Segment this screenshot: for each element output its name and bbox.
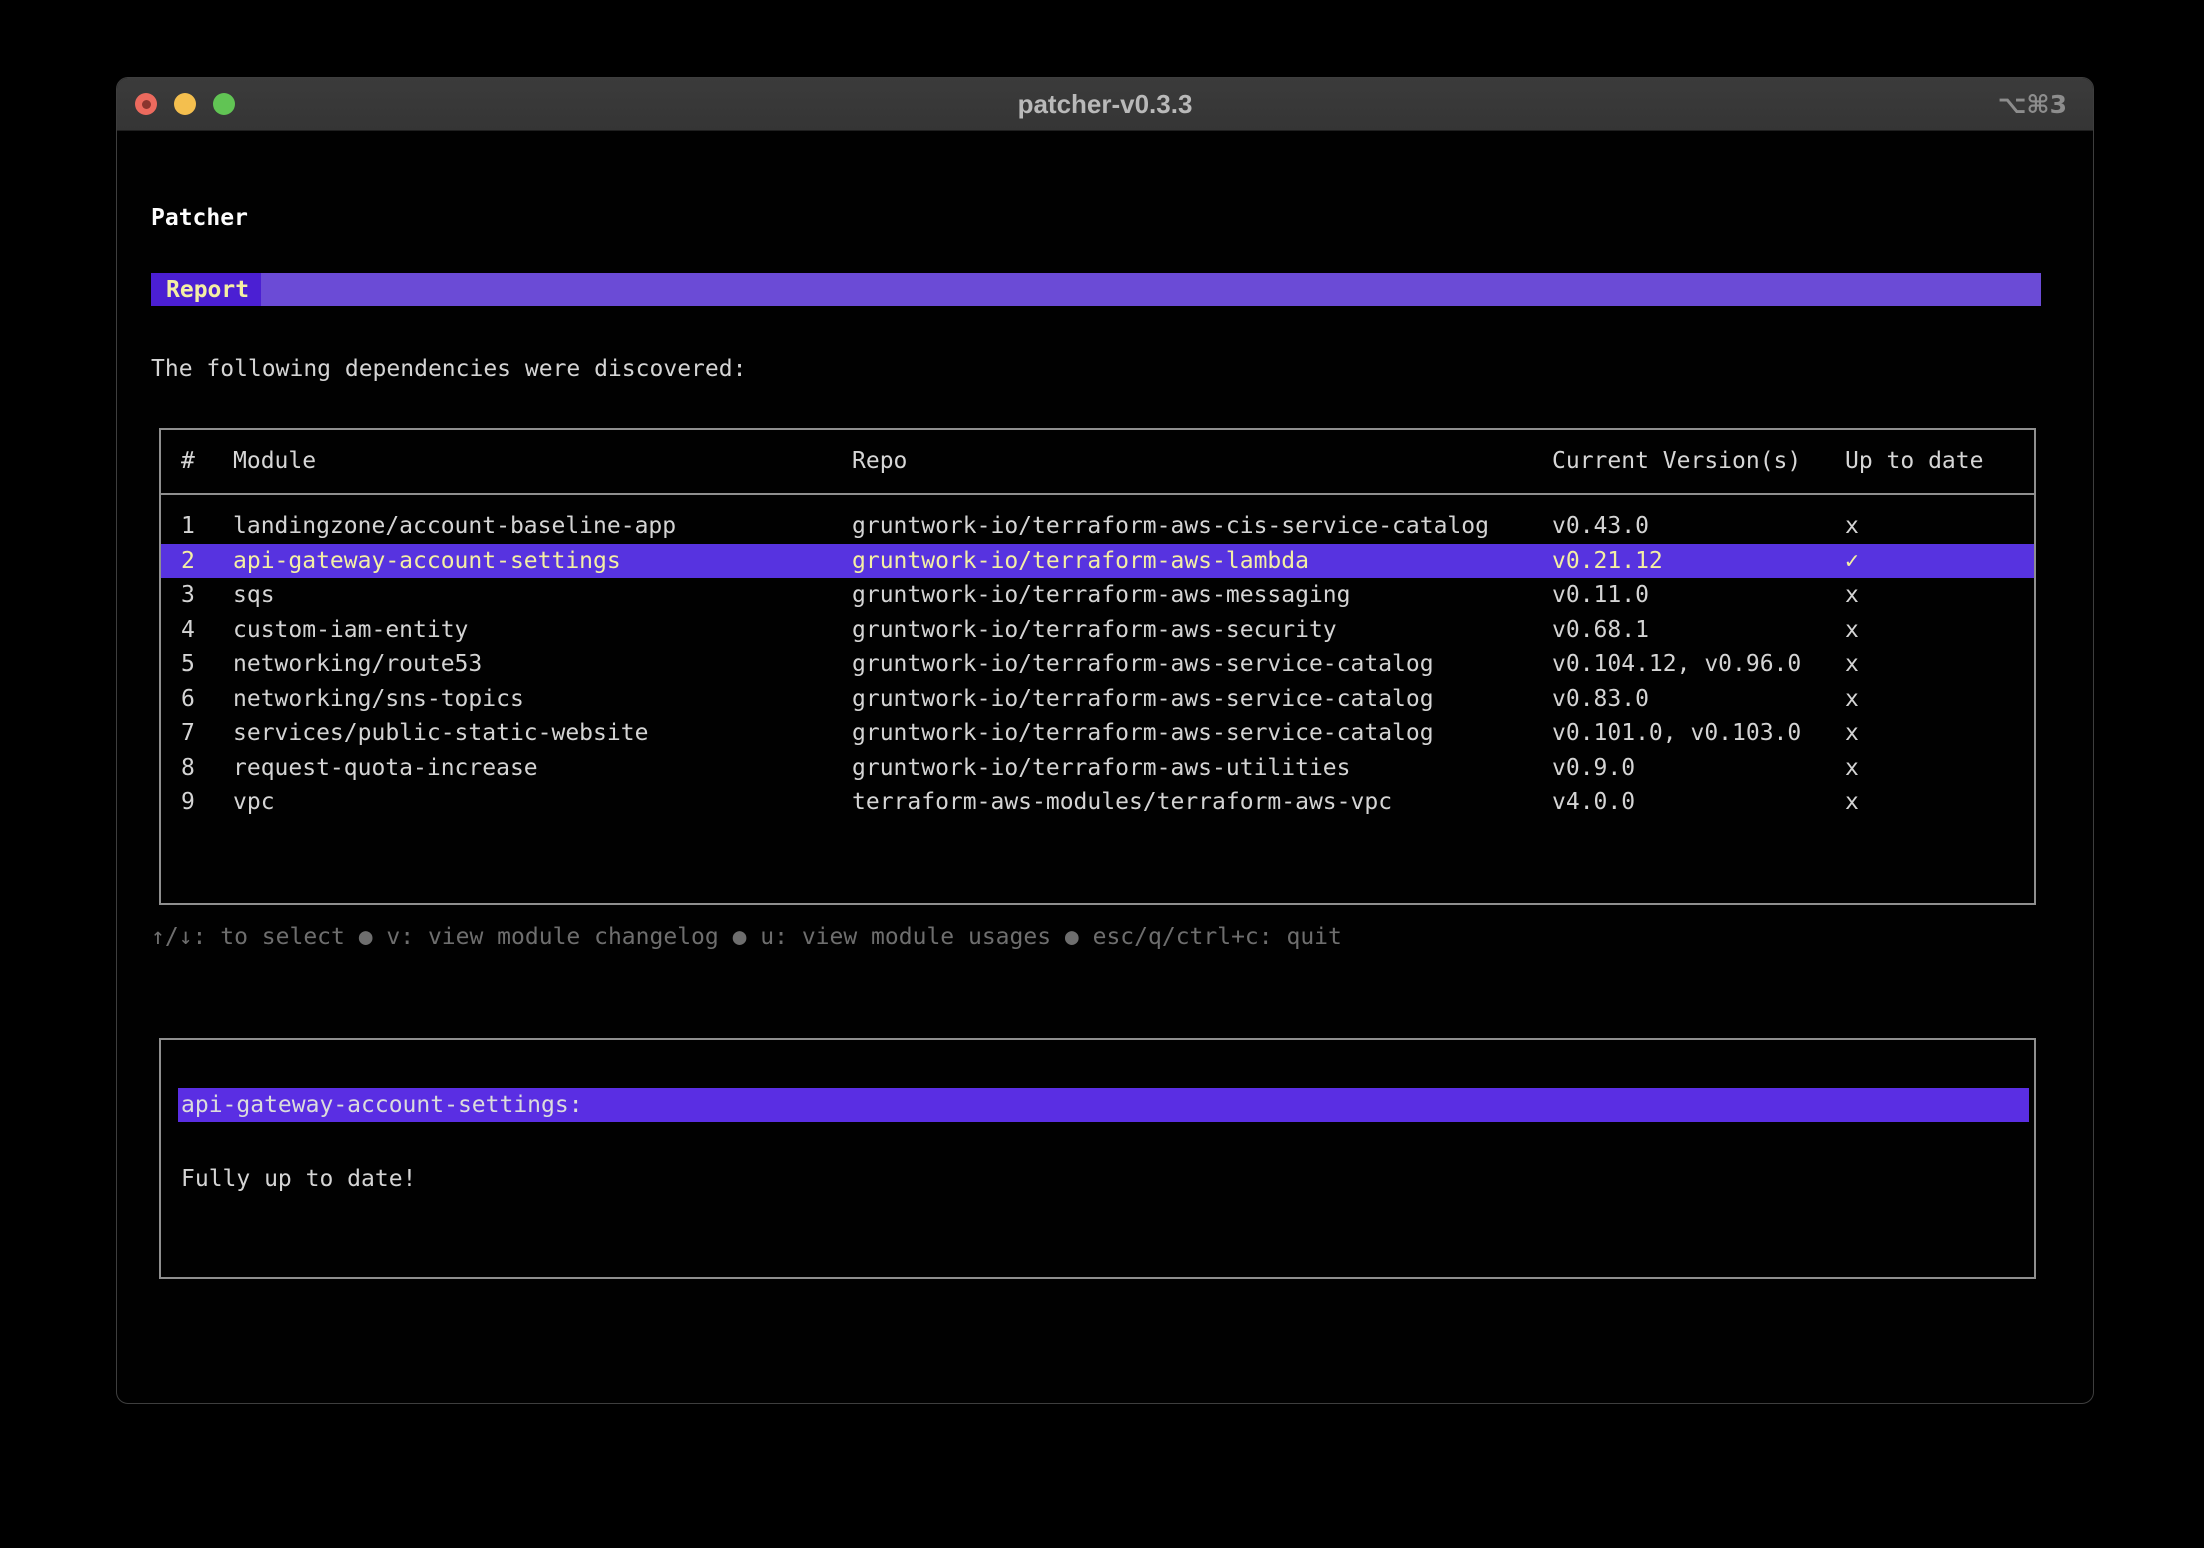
module-detail-status: Fully up to date! [181,1166,417,1192]
cell-repo: gruntwork-io/terraform-aws-lambda [852,547,1309,574]
cell-versions: v0.83.0 [1552,685,1649,712]
cell-num: 8 [181,754,195,781]
cell-up-to-date: x [1845,616,1859,643]
table-row[interactable]: 5 networking/route53 gruntwork-io/terrafor… [161,647,2034,682]
dependencies-table: # Module Repo Current Version(s) Up to d… [159,428,2036,905]
column-header-index: # [181,448,195,474]
help-bar: ↑/↓: to select ● v: view module changelo… [151,924,1342,950]
app-heading: Patcher [151,205,248,231]
cell-up-to-date: x [1845,720,1859,747]
cell-up-to-date: x [1845,513,1859,540]
table-row[interactable]: 9 vpc terraform-aws-modules/terraform-aws-… [161,785,2034,820]
cell-up-to-date: x [1845,754,1859,781]
cell-module: custom-iam-entity [233,616,469,643]
cell-versions: v0.21.12 [1552,547,1663,574]
table-header-divider [161,493,2034,495]
cell-versions: v0.101.0, v0.103.0 [1552,720,1802,747]
intro-text: The following dependencies were discover… [151,356,747,382]
table-row[interactable]: 3 sqs gruntwork-io/terraform-aws-messaging… [161,578,2034,613]
column-header-versions: Current Version(s) [1552,448,1802,474]
report-tab-bar: Report [151,273,2041,306]
module-detail-panel: api-gateway-account-settings: Fully up t… [159,1038,2036,1279]
cell-module: networking/route53 [233,651,483,678]
cell-num: 6 [181,685,195,712]
cell-versions: v0.43.0 [1552,513,1649,540]
cell-module: landingzone/account-baseline-app [233,513,677,540]
cell-repo: terraform-aws-modules/terraform-aws-vpc [852,789,1393,816]
cell-up-to-date: x [1845,582,1859,609]
cell-repo: gruntwork-io/terraform-aws-service-catal… [852,720,1434,747]
app-window: patcher-v0.3.3 ⌥⌘3 Patcher Report The fo… [116,77,2094,1404]
cell-num: 3 [181,582,195,609]
cell-module: api-gateway-account-settings [233,547,621,574]
cell-num: 5 [181,651,195,678]
table-row[interactable]: 2 api-gateway-account-settings gruntwork-i… [161,543,2034,578]
cell-module: sqs [233,582,275,609]
cell-repo: gruntwork-io/terraform-aws-service-catal… [852,651,1434,678]
module-detail-heading: api-gateway-account-settings: [178,1088,2029,1122]
window-title: patcher-v0.3.3 [1017,88,1193,119]
cell-versions: v0.68.1 [1552,616,1649,643]
cell-versions: v0.11.0 [1552,582,1649,609]
column-header-up-to-date: Up to date [1845,448,1984,474]
cell-module: networking/sns-topics [233,685,524,712]
window-shortcut-hint: ⌥⌘3 [1997,89,2067,119]
cell-num: 1 [181,513,195,540]
cell-num: 4 [181,616,195,643]
table-row[interactable]: 8 request-quota-increase gruntwork-io/terr… [161,751,2034,786]
cell-up-to-date: ✓ [1845,547,1859,574]
window-titlebar[interactable]: patcher-v0.3.3 ⌥⌘3 [117,78,2093,131]
tab-report[interactable]: Report [151,273,261,306]
table-rows: 1 landingzone/account-baseline-app gruntwo… [161,509,2034,820]
cell-versions: v0.9.0 [1552,754,1636,781]
cell-num: 7 [181,720,195,747]
cell-module: vpc [233,789,275,816]
column-header-module: Module [233,448,317,474]
terminal-content: Patcher Report The following dependencie… [117,130,2093,1403]
table-header: # Module Repo Current Version(s) Up to d… [161,444,2034,478]
cell-repo: gruntwork-io/terraform-aws-utilities [852,754,1351,781]
cell-up-to-date: x [1845,685,1859,712]
cell-repo: gruntwork-io/terraform-aws-messaging [852,582,1351,609]
table-row[interactable]: 1 landingzone/account-baseline-app gruntwo… [161,509,2034,544]
cell-repo: gruntwork-io/terraform-aws-cis-service-c… [852,513,1489,540]
cell-versions: v4.0.0 [1552,789,1636,816]
cell-num: 9 [181,789,195,816]
table-row[interactable]: 7 services/public-static-website gruntwork… [161,716,2034,751]
table-row[interactable]: 6 networking/sns-topics gruntwork-io/terra… [161,682,2034,717]
cell-versions: v0.104.12, v0.96.0 [1552,651,1802,678]
table-row[interactable]: 4 custom-iam-entity gruntwork-io/terraform… [161,613,2034,648]
cell-num: 2 [181,547,195,574]
cell-module: request-quota-increase [233,754,538,781]
cell-up-to-date: x [1845,651,1859,678]
cell-repo: gruntwork-io/terraform-aws-security [852,616,1337,643]
cell-up-to-date: x [1845,789,1859,816]
column-header-repo: Repo [852,448,908,474]
cell-module: services/public-static-website [233,720,649,747]
cell-repo: gruntwork-io/terraform-aws-service-catal… [852,685,1434,712]
